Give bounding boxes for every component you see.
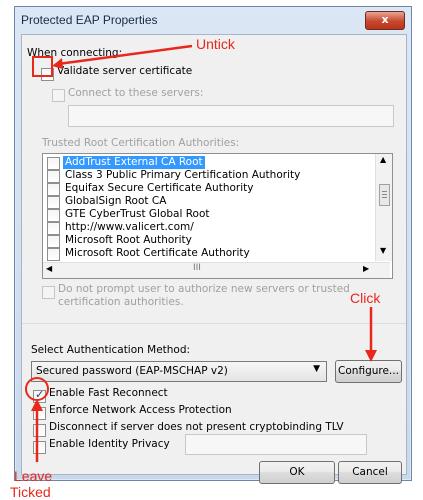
leave-ticked-arrowhead bbox=[31, 399, 43, 411]
click-arrowhead bbox=[365, 350, 377, 362]
leave-annotation: Leave bbox=[14, 468, 53, 484]
untick-arrow-line bbox=[57, 44, 193, 66]
untick-arrowhead bbox=[52, 58, 63, 69]
untick-annotation: Untick bbox=[196, 36, 235, 52]
ticked-annotation: Ticked bbox=[10, 484, 51, 500]
click-annotation: Click bbox=[350, 290, 381, 306]
annotation-arrows bbox=[25, 44, 377, 462]
leave-ticked-circle bbox=[25, 377, 49, 401]
